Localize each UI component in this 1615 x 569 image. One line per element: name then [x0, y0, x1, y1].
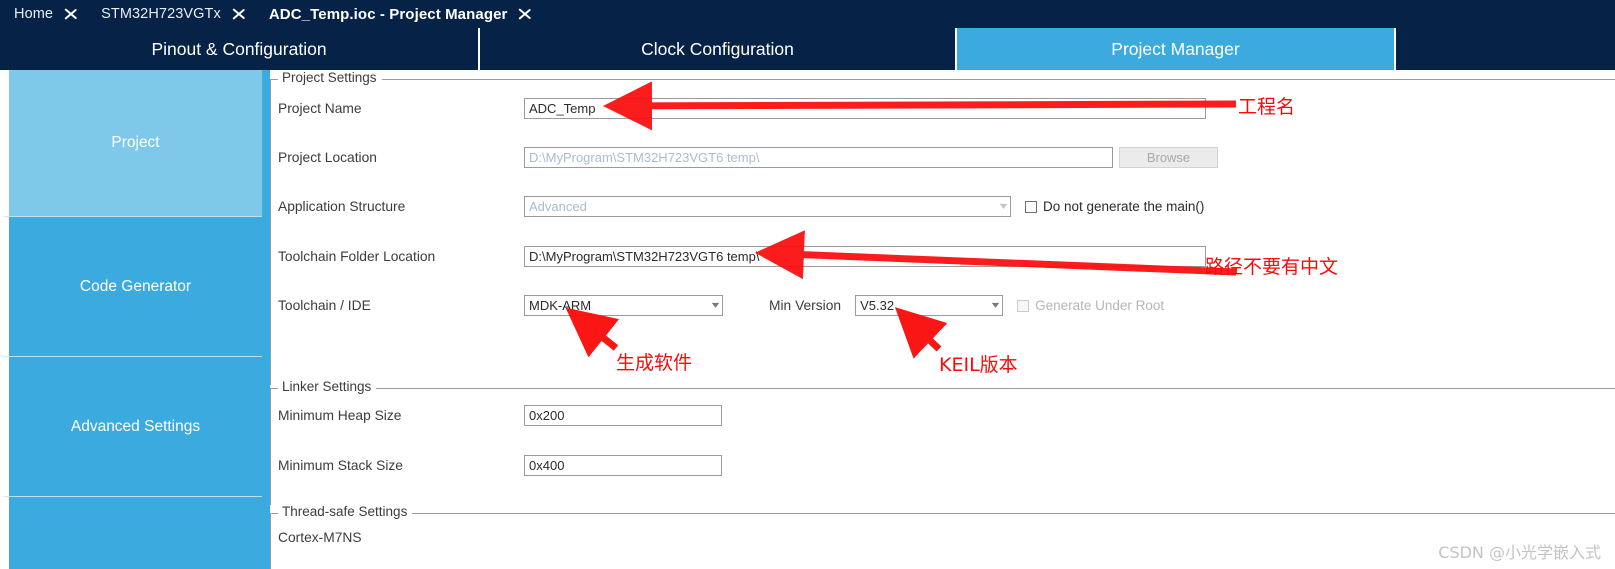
chevron-down-icon: ▾: [711, 300, 720, 311]
tab-project-manager[interactable]: Project Manager: [957, 28, 1396, 70]
project-name-row: Project Name ADC_Temp: [278, 98, 1608, 119]
generate-under-root-label: Generate Under Root: [1035, 298, 1165, 313]
sidebar-item-label: Advanced Settings: [70, 417, 201, 435]
project-location-label: Project Location: [278, 150, 377, 165]
toolchain-folder-input[interactable]: D:\MyProgram\STM32H723VGT6 temp\: [524, 246, 1206, 267]
csdn-watermark: CSDN @小光学嵌入式: [1438, 543, 1601, 562]
minimum-heap-label: Minimum Heap Size: [278, 408, 402, 423]
application-structure-row: Application Structure Advanced ▾ Do not …: [278, 196, 1608, 217]
do-not-generate-main-checkbox[interactable]: Do not generate the main(): [1025, 199, 1204, 214]
application-structure-label: Application Structure: [278, 199, 406, 214]
checkbox-box: [1025, 200, 1037, 213]
breadcrumb-item-home[interactable]: Home: [0, 0, 61, 28]
group-left-border: [270, 79, 271, 385]
chevron-down-icon: ▾: [999, 201, 1008, 212]
project-name-label: Project Name: [278, 101, 362, 116]
breadcrumb-label: STM32H723VGTx: [101, 6, 221, 22]
group-top-border: [270, 79, 1615, 80]
sidebar-item-project[interactable]: Project: [0, 70, 262, 217]
chevron-right-icon: [61, 0, 87, 28]
stm32cubemx-window: Home STM32H723VGTx ADC_Temp.ioc - Projec…: [0, 0, 1615, 569]
checkbox-box: [1017, 299, 1030, 312]
application-structure-value: Advanced: [529, 199, 587, 214]
toolchain-ide-select[interactable]: MDK-ARM ▾: [524, 295, 723, 316]
group-left-border: [270, 513, 271, 569]
minimum-heap-row: Minimum Heap Size 0x200: [278, 405, 1608, 426]
project-location-input[interactable]: D:\MyProgram\STM32H723VGT6 temp\: [524, 147, 1113, 168]
project-location-row: Project Location D:\MyProgram\STM32H723V…: [278, 147, 1608, 168]
tab-label: Clock Configuration: [641, 38, 794, 59]
browse-button[interactable]: Browse: [1119, 147, 1218, 168]
sidebar-item-advanced-settings[interactable]: Advanced Settings: [0, 357, 262, 497]
breadcrumb-item-project[interactable]: ADC_Temp.ioc - Project Manager: [255, 0, 516, 28]
minimum-stack-label: Minimum Stack Size: [278, 458, 403, 473]
cortex-core-row: Cortex-M7NS: [278, 530, 878, 545]
chevron-right-icon: [229, 0, 255, 28]
group-title: Thread-safe Settings: [278, 504, 413, 519]
breadcrumb-label: ADC_Temp.ioc - Project Manager: [268, 5, 508, 23]
tab-label: Project Manager: [1111, 38, 1240, 59]
cortex-core-label: Cortex-M7NS: [278, 530, 362, 545]
group-top-border: [270, 388, 1615, 389]
project-settings-group: Project Settings: [270, 70, 1615, 385]
project-manager-panel: Project Settings Project Name ADC_Temp P…: [262, 70, 1615, 569]
sidebar-item-code-generator[interactable]: Code Generator: [0, 217, 262, 357]
panel-accent-strip: [266, 70, 270, 569]
min-version-select[interactable]: V5.32 ▾: [855, 295, 1004, 316]
minimum-heap-input[interactable]: 0x200: [524, 405, 722, 426]
group-top-border: [270, 513, 1615, 514]
chevron-right-icon: [515, 0, 541, 28]
chevron-down-icon: ▾: [991, 300, 1000, 311]
project-name-input[interactable]: ADC_Temp: [524, 98, 1206, 119]
minimum-stack-row: Minimum Stack Size 0x400: [278, 455, 1608, 476]
sidebar-item-empty[interactable]: [0, 497, 262, 569]
breadcrumb-label: Home: [14, 6, 54, 22]
sidebar-item-label: Code Generator: [79, 277, 192, 295]
toolchain-ide-row: Toolchain / IDE MDK-ARM ▾ Min Version V5…: [278, 295, 1608, 316]
toolchain-folder-label: Toolchain Folder Location: [278, 249, 436, 264]
group-title: Linker Settings: [278, 379, 377, 394]
toolchain-ide-label: Toolchain / IDE: [278, 298, 371, 313]
tab-bar-filler: [1396, 28, 1615, 70]
generate-under-root-checkbox[interactable]: Generate Under Root: [1017, 298, 1164, 313]
min-version-label: Min Version: [769, 298, 842, 313]
main-tab-bar: Pinout & Configuration Clock Configurati…: [0, 28, 1615, 74]
application-structure-select[interactable]: Advanced ▾: [524, 196, 1011, 217]
group-left-border: [270, 388, 271, 505]
group-title: Project Settings: [278, 70, 382, 85]
minimum-stack-input[interactable]: 0x400: [524, 455, 722, 476]
tab-clock-configuration[interactable]: Clock Configuration: [480, 28, 957, 70]
breadcrumb-item-mcu[interactable]: STM32H723VGTx: [87, 0, 229, 28]
toolchain-folder-row: Toolchain Folder Location D:\MyProgram\S…: [278, 246, 1608, 267]
min-version-value: V5.32: [860, 298, 895, 313]
tab-pinout-configuration[interactable]: Pinout & Configuration: [0, 28, 480, 74]
toolchain-ide-value: MDK-ARM: [529, 298, 592, 313]
sidebar: Project Code Generator Advanced Settings: [0, 70, 262, 569]
sidebar-item-label: Project: [111, 134, 160, 151]
breadcrumb: Home STM32H723VGTx ADC_Temp.ioc - Projec…: [0, 0, 1615, 28]
do-not-generate-main-label: Do not generate the main(): [1043, 199, 1205, 214]
tab-label: Pinout & Configuration: [151, 38, 327, 59]
